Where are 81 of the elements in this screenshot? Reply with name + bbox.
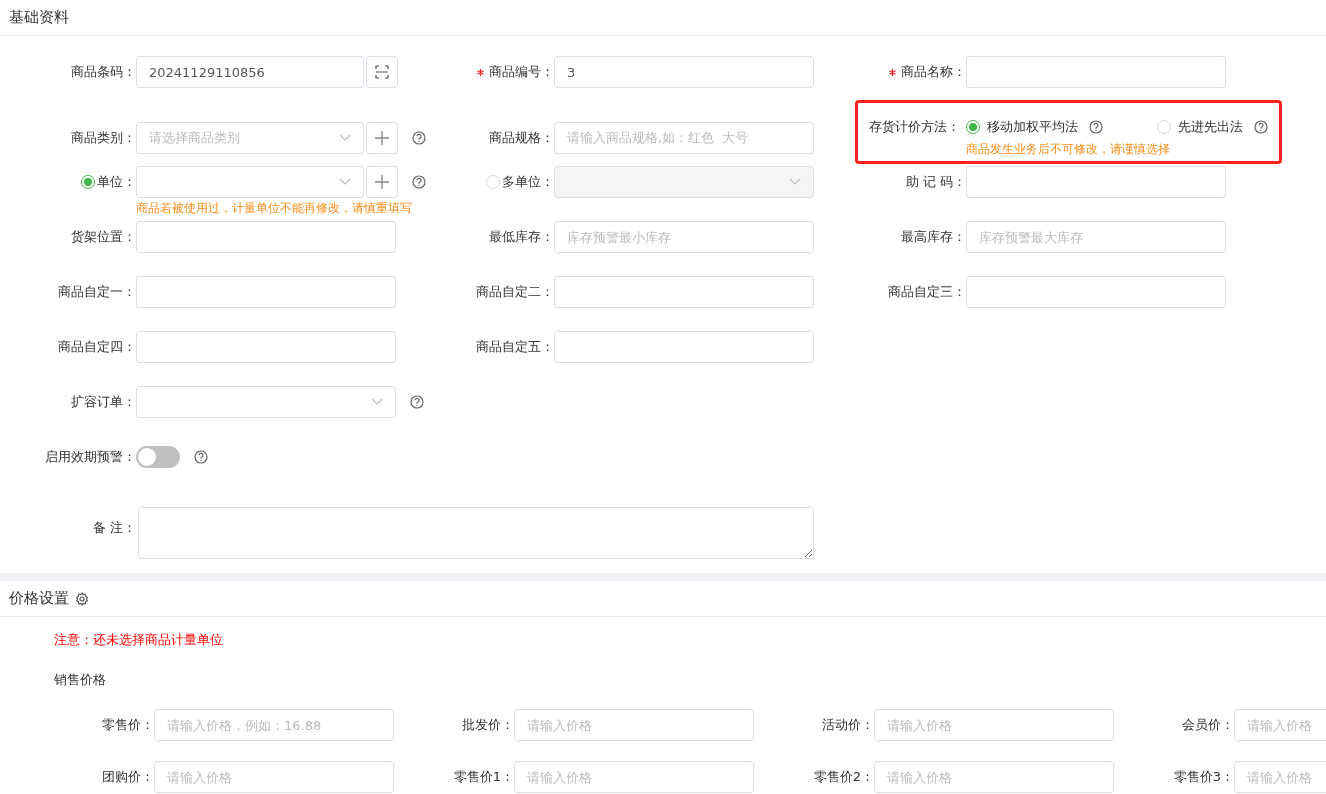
chevron-down-icon [371,398,383,406]
help-icon[interactable] [194,450,208,464]
price-input[interactable]: 请输入价格 [1234,709,1326,741]
help-icon[interactable] [1089,120,1103,134]
field-label: 商品规格： [489,128,554,147]
add-button[interactable] [366,121,398,154]
field-label: 多单位： [502,173,554,191]
radio-label[interactable]: 移动加权平均法 [987,118,1078,136]
price-input[interactable]: 请输入价格 [874,761,1114,793]
text-input[interactable]: 3 [554,56,814,88]
field-label: 商品自定一： [58,283,136,301]
field-label: 最高库存： [901,228,966,246]
field-label: 启用效期预警： [45,448,136,466]
field-label: 零售价3： [1173,768,1234,786]
field-label: 最低库存： [489,228,554,246]
price-input[interactable]: 请输入价格 [154,761,394,793]
text-input[interactable]: 库存预警最小库存 [554,221,814,253]
warning-hint: 商品发生业务后不可修改，请谨慎选择 [966,141,1171,158]
field-label: 批发价： [462,716,514,734]
help-icon[interactable] [412,175,426,189]
price-input[interactable]: 请输入价格 [514,761,754,793]
text-input[interactable] [136,221,396,253]
field-label: 商品名称： [901,63,966,81]
text-input[interactable] [966,56,1226,88]
text-input[interactable]: 请输入商品规格,如：红色 大号 [554,121,814,154]
field-label: 商品类别： [71,128,136,147]
field-label: 商品自定五： [476,338,554,356]
price-input[interactable]: 请输入价格 [1234,761,1326,793]
field-label: 商品自定三： [888,283,966,301]
field-label: 会员价： [1182,716,1234,734]
field-label: 单位： [97,173,136,191]
price-input[interactable]: 请输入价格 [874,709,1114,741]
field-label: 助 记 码： [905,173,966,191]
settings-icon[interactable] [75,591,89,606]
section-title: 价格设置 [9,589,69,608]
field-label: 零售价1： [453,768,514,786]
text-input[interactable]: 库存预警最大库存 [966,221,1226,253]
toggle-switch[interactable] [136,446,180,468]
text-input[interactable] [136,331,396,363]
radio-button[interactable] [966,120,980,134]
radio-button[interactable] [81,175,95,189]
text-input[interactable] [136,276,396,308]
field-label: 商品编号： [489,63,554,81]
text-input[interactable] [554,276,814,308]
warning-notice: 注意：还未选择商品计量单位 [54,631,224,649]
text-input[interactable] [966,276,1226,308]
field-label: 活动价： [822,716,874,734]
text-input[interactable]: 20241129110856 [136,56,364,88]
field-label: 零售价2： [813,768,874,786]
chevron-down-icon [339,178,351,186]
scan-icon [375,65,389,79]
chevron-down-icon [789,178,801,186]
field-label: 扩容订单： [71,393,136,411]
select-dropdown[interactable] [136,166,364,198]
subsection-title: 销售价格 [54,671,107,689]
text-input[interactable] [554,331,814,363]
section-title: 基础资料 [9,8,69,27]
field-label: 商品自定四： [58,338,136,356]
field-label: 货架位置： [71,228,136,246]
field-label: 团购价： [102,768,154,786]
field-label: 商品自定二： [476,283,554,301]
price-input[interactable]: 请输入价格，例如：16.88 [154,709,394,741]
field-label: 备 注： [92,519,136,537]
plus-icon [375,130,389,145]
help-icon[interactable] [410,395,424,409]
warning-hint: 商品若被使用过，计量单位不能再修改，请慎重填写 [136,200,412,217]
help-icon[interactable] [1254,120,1268,134]
field-label: 商品条码： [71,63,136,81]
radio-button[interactable] [1157,120,1171,134]
field-label: 零售价： [102,716,154,734]
add-button[interactable] [366,166,398,198]
remarks-textarea[interactable] [138,507,814,559]
price-input[interactable]: 请输入价格 [514,709,754,741]
help-icon[interactable] [412,130,426,145]
field-label: 存货计价方法： [868,118,960,136]
scan-button[interactable] [366,56,398,88]
select-dropdown[interactable] [136,386,396,418]
radio-label[interactable]: 先进先出法 [1178,118,1243,136]
chevron-down-icon [339,133,351,142]
plus-icon [375,175,389,189]
text-input[interactable] [966,166,1226,198]
